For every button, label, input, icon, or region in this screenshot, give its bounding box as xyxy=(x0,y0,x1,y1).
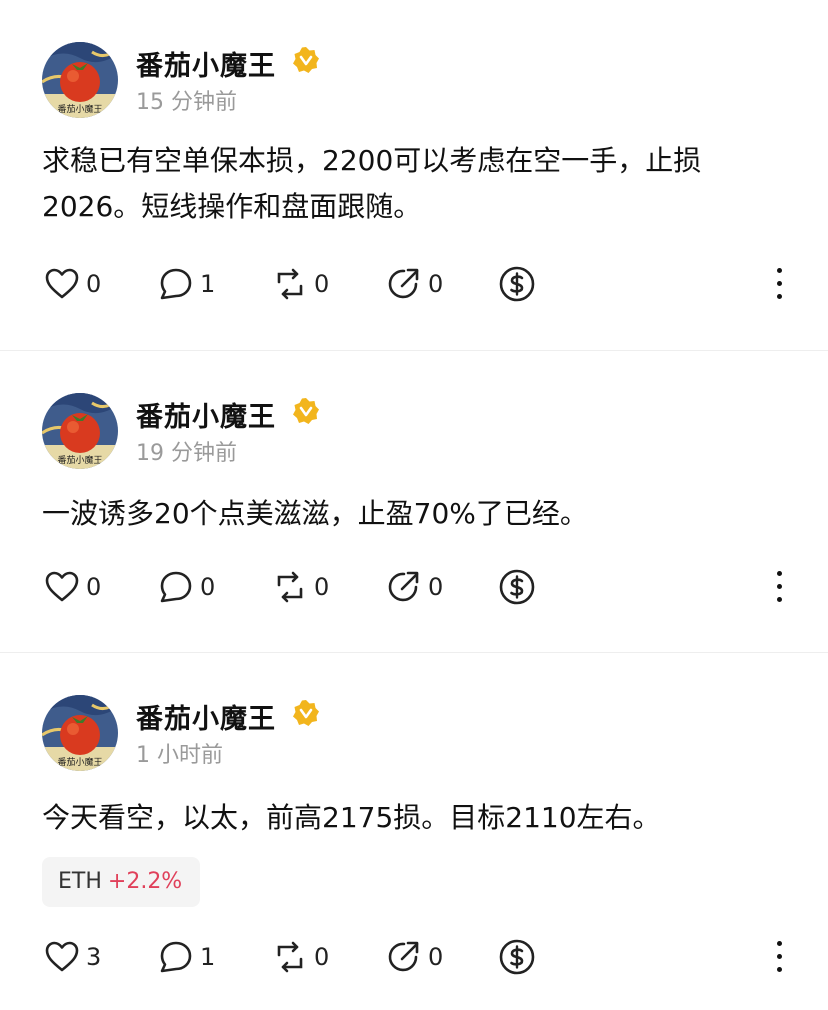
repost-icon xyxy=(277,571,303,603)
post-timestamp: 1 小时前 xyxy=(136,743,223,768)
ticker-tag[interactable]: ETH +2.2% xyxy=(42,857,200,907)
tip-button[interactable] xyxy=(498,937,536,977)
post-actions: 0 0 0 0 xyxy=(0,567,828,607)
share-count: 0 xyxy=(428,270,444,298)
avatar-caption: 番茄小魔王 xyxy=(57,454,102,466)
verified-badge-icon xyxy=(293,47,319,73)
post-feed: 番茄小魔王 番茄小魔王 15 分钟前 求稳已有空单保本损，2200可以考虑在空一… xyxy=(0,0,828,1010)
post-content-line: 一波诱多20个点美滋滋，止盈70%了已经。 xyxy=(42,497,588,530)
avatar[interactable]: 番茄小魔王 xyxy=(42,42,118,118)
avatar-caption: 番茄小魔王 xyxy=(57,103,102,115)
author-name[interactable]: 番茄小魔王 xyxy=(136,44,276,83)
verified-badge-icon xyxy=(293,398,319,424)
tomato-avatar-image: 番茄小魔王 xyxy=(42,695,118,771)
repost-button[interactable]: 0 xyxy=(272,264,329,304)
comment-count: 0 xyxy=(200,573,216,601)
post-content-line: 今天看空，以太，前高2175损。目标2110左右。 xyxy=(42,801,661,834)
share-button[interactable]: 0 xyxy=(386,567,443,607)
dollar-coin-icon xyxy=(499,939,535,975)
tomato-avatar-image: 番茄小魔王 xyxy=(42,393,118,469)
tip-button[interactable] xyxy=(498,264,536,304)
tip-button[interactable] xyxy=(498,567,536,607)
post-card[interactable]: 番茄小魔王 番茄小魔王 1 小时前 今天看空，以太，前高2175损。目标2110… xyxy=(0,652,828,1010)
share-arrow-icon xyxy=(388,941,419,972)
comment-bubble-icon xyxy=(160,268,192,300)
heart-icon xyxy=(45,268,79,299)
like-button[interactable]: 3 xyxy=(44,937,101,977)
repost-icon xyxy=(277,941,303,973)
like-button[interactable]: 0 xyxy=(44,264,101,304)
ticker-change: +2.2% xyxy=(107,869,183,894)
repost-count: 0 xyxy=(314,943,330,971)
share-count: 0 xyxy=(428,943,444,971)
repost-button[interactable]: 0 xyxy=(272,567,329,607)
like-count: 0 xyxy=(86,573,102,601)
more-vertical-icon[interactable] xyxy=(774,569,784,605)
avatar[interactable]: 番茄小魔王 xyxy=(42,695,118,771)
avatar[interactable]: 番茄小魔王 xyxy=(42,393,118,469)
post-content[interactable]: 求稳已有空单保本损，2200可以考虑在空一手，止损 2026。短线操作和盘面跟随… xyxy=(42,138,786,230)
comment-button[interactable]: 1 xyxy=(158,937,215,977)
tomato-avatar-image: 番茄小魔王 xyxy=(42,42,118,118)
post-timestamp: 15 分钟前 xyxy=(136,90,237,115)
more-vertical-icon[interactable] xyxy=(774,266,784,302)
dollar-coin-icon xyxy=(499,569,535,605)
share-button[interactable]: 0 xyxy=(386,937,443,977)
author-name[interactable]: 番茄小魔王 xyxy=(136,697,276,736)
post-content[interactable]: 一波诱多20个点美滋滋，止盈70%了已经。 xyxy=(42,491,786,537)
repost-count: 0 xyxy=(314,270,330,298)
repost-icon xyxy=(277,268,303,300)
post-content-line: 2026。短线操作和盘面跟随。 xyxy=(42,190,422,223)
share-arrow-icon xyxy=(388,571,419,602)
heart-icon xyxy=(45,941,79,972)
repost-count: 0 xyxy=(314,573,330,601)
more-vertical-icon[interactable] xyxy=(774,939,784,975)
share-arrow-icon xyxy=(388,268,419,299)
ticker-symbol: ETH xyxy=(58,869,102,894)
comment-bubble-icon xyxy=(160,941,192,973)
post-card[interactable]: 番茄小魔王 番茄小魔王 19 分钟前 一波诱多20个点美滋滋，止盈70%了已经。… xyxy=(0,350,828,652)
dollar-coin-icon xyxy=(499,266,535,302)
comment-bubble-icon xyxy=(160,571,192,603)
heart-icon xyxy=(45,571,79,602)
like-button[interactable]: 0 xyxy=(44,567,101,607)
post-card[interactable]: 番茄小魔王 番茄小魔王 15 分钟前 求稳已有空单保本损，2200可以考虑在空一… xyxy=(0,0,828,350)
post-content[interactable]: 今天看空，以太，前高2175损。目标2110左右。 xyxy=(42,795,786,841)
post-timestamp: 19 分钟前 xyxy=(136,441,237,466)
avatar-caption: 番茄小魔王 xyxy=(57,756,102,768)
post-actions: 0 1 0 0 xyxy=(0,264,828,304)
comment-count: 1 xyxy=(200,943,216,971)
like-count: 3 xyxy=(86,943,102,971)
share-button[interactable]: 0 xyxy=(386,264,443,304)
post-content-line: 求稳已有空单保本损，2200可以考虑在空一手，止损 xyxy=(42,144,702,177)
comment-button[interactable]: 0 xyxy=(158,567,215,607)
comment-count: 1 xyxy=(200,270,216,298)
post-actions: 3 1 0 0 xyxy=(0,937,828,977)
like-count: 0 xyxy=(86,270,102,298)
repost-button[interactable]: 0 xyxy=(272,937,329,977)
author-name[interactable]: 番茄小魔王 xyxy=(136,395,276,434)
comment-button[interactable]: 1 xyxy=(158,264,215,304)
verified-badge-icon xyxy=(293,700,319,726)
share-count: 0 xyxy=(428,573,444,601)
